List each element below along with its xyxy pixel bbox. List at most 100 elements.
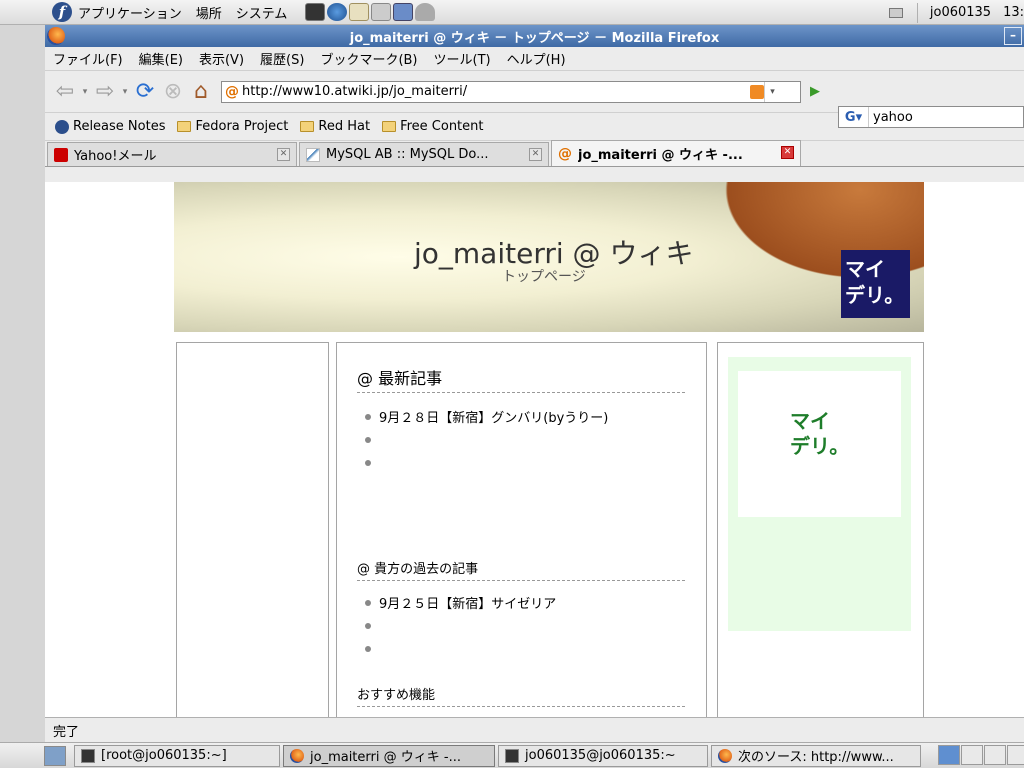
mysql-icon bbox=[306, 147, 320, 162]
menubar: ファイル(F) 編集(E) 表示(V) 履歴(S) ブックマーク(B) ツール(… bbox=[45, 47, 1024, 71]
tab-jo-maiterri[interactable]: @ jo_maiterri @ ウィキ -... ✕ bbox=[551, 140, 801, 166]
header-banner: jo_maiterri @ ウィキ トップページ マイ デリ。 bbox=[174, 182, 924, 332]
task-label: jo060135@jo060135:~ bbox=[525, 748, 676, 763]
logo-line: マイ bbox=[790, 409, 830, 433]
menu-view[interactable]: 表示(V) bbox=[199, 49, 244, 68]
past-articles-list: 9月２５日【新宿】サイゼリア bbox=[365, 591, 556, 660]
yahoo-icon bbox=[54, 147, 68, 162]
folder-icon bbox=[177, 121, 192, 132]
right-column: マイ デリ。 bbox=[717, 342, 924, 717]
maideli-logo[interactable]: マイ デリ。 bbox=[841, 250, 910, 318]
recent-articles-heading: @ 最新記事 bbox=[357, 365, 685, 393]
menu-history[interactable]: 履歴(S) bbox=[260, 49, 304, 68]
window-titlebar[interactable]: jo_maiterri @ ウィキ － トップページ － Mozilla Fir… bbox=[45, 25, 1024, 47]
site-subtitle: トップページ bbox=[502, 269, 586, 285]
list-item bbox=[365, 428, 608, 451]
bookmark-label: Red Hat bbox=[318, 119, 371, 134]
home-icon[interactable]: ⌂ bbox=[187, 78, 215, 106]
workspace-2[interactable] bbox=[961, 745, 983, 765]
panel-separator bbox=[916, 2, 918, 23]
menu-bookmarks[interactable]: ブックマーク(B) bbox=[320, 49, 417, 68]
tab-yahoo-mail[interactable]: Yahoo!メール ✕ bbox=[47, 142, 297, 166]
workspace-1[interactable] bbox=[938, 745, 960, 765]
applications-menu[interactable]: アプリケーション bbox=[78, 3, 182, 22]
system-menu[interactable]: システム bbox=[236, 3, 288, 22]
firefox-icon[interactable] bbox=[47, 27, 65, 45]
firefox-window: jo_maiterri @ ウィキ － トップページ － Mozilla Fir… bbox=[45, 25, 1024, 742]
bookmark-release-notes[interactable]: Release Notes bbox=[55, 119, 165, 134]
clock[interactable]: 13: bbox=[1003, 5, 1024, 20]
menu-help[interactable]: ヘルプ(H) bbox=[507, 49, 566, 68]
mail-launcher-icon[interactable] bbox=[349, 3, 370, 21]
go-arrow-icon[interactable]: ▶ bbox=[804, 82, 826, 102]
launcher-group bbox=[305, 3, 436, 21]
rss-feed-icon[interactable] bbox=[750, 84, 764, 99]
search-bar[interactable]: G ▾ bbox=[838, 106, 1024, 128]
list-item[interactable]: 9月２５日【新宿】サイゼリア bbox=[365, 591, 556, 614]
past-articles-heading: @ 貴方の過去の記事 bbox=[357, 558, 685, 581]
browser-launcher-icon[interactable] bbox=[327, 3, 348, 21]
folder-icon bbox=[300, 121, 315, 132]
show-desktop-icon[interactable] bbox=[44, 745, 66, 766]
status-text: 完了 bbox=[53, 724, 80, 740]
bookmark-label: Release Notes bbox=[73, 119, 166, 134]
firefox-icon bbox=[718, 748, 732, 763]
workspace-3[interactable] bbox=[984, 745, 1006, 765]
close-icon[interactable]: ✕ bbox=[277, 148, 290, 161]
menu-file[interactable]: ファイル(F) bbox=[53, 49, 123, 68]
task-root-terminal[interactable]: [root@jo060135:~] bbox=[74, 744, 280, 767]
page-content[interactable]: jo_maiterri @ ウィキ トップページ マイ デリ。 @ 最新記事 9… bbox=[45, 182, 1024, 717]
main-column: @ 最新記事 9月２８日【新宿】グンバリ(byうりー) @ 貴方の過去の記事 9… bbox=[336, 342, 707, 717]
task-view-source[interactable]: 次のソース: http://www... bbox=[711, 744, 921, 767]
places-menu[interactable]: 場所 bbox=[196, 3, 222, 22]
back-arrow-icon[interactable]: ⇦ bbox=[51, 78, 79, 106]
side-maideli-logo[interactable]: マイ デリ。 bbox=[790, 409, 849, 459]
bookmark-fedora-project[interactable]: Fedora Project bbox=[177, 119, 288, 134]
list-item bbox=[365, 614, 556, 637]
article-link[interactable]: 9月２８日【新宿】グンバリ(byうりー) bbox=[379, 407, 608, 426]
forward-history-dropdown-icon[interactable]: ▾ bbox=[119, 87, 131, 97]
stop-icon[interactable]: ⊗ bbox=[159, 78, 187, 106]
menu-edit[interactable]: 編集(E) bbox=[139, 49, 183, 68]
folder-icon bbox=[382, 121, 397, 132]
url-input[interactable] bbox=[242, 82, 722, 101]
task-firefox-wiki[interactable]: jo_maiterri @ ウィキ -... bbox=[283, 744, 495, 767]
top-panel: f アプリケーション 場所 システム jo060135 13: bbox=[0, 0, 1024, 25]
search-input[interactable] bbox=[873, 108, 1023, 126]
recommended-features-heading: おすすめ機能 bbox=[357, 684, 685, 707]
list-item bbox=[365, 451, 608, 474]
url-bar[interactable]: @ ▾ ▶ bbox=[221, 80, 820, 103]
article-link[interactable]: 9月２５日【新宿】サイゼリア bbox=[379, 593, 556, 612]
tab-label: MySQL AB :: MySQL Do... bbox=[326, 147, 489, 162]
tab-mysql[interactable]: MySQL AB :: MySQL Do... ✕ bbox=[299, 142, 549, 166]
minimize-button[interactable]: – bbox=[1004, 27, 1022, 45]
recent-articles-list: 9月２８日【新宿】グンバリ(byうりー) bbox=[365, 405, 608, 474]
terminal-launcher-icon[interactable] bbox=[305, 3, 326, 21]
bookmark-red-hat[interactable]: Red Hat bbox=[300, 119, 370, 134]
network-icon[interactable] bbox=[888, 7, 903, 18]
close-icon[interactable]: ✕ bbox=[529, 148, 542, 161]
bookmark-free-content[interactable]: Free Content bbox=[382, 119, 483, 134]
workspace-4[interactable] bbox=[1007, 745, 1024, 765]
logo-line: デリ。 bbox=[790, 434, 850, 458]
user-name[interactable]: jo060135 bbox=[930, 5, 991, 20]
window-title: jo_maiterri @ ウィキ － トップページ － Mozilla Fir… bbox=[349, 30, 720, 46]
url-history-dropdown-icon[interactable]: ▾ bbox=[764, 81, 780, 102]
reload-icon[interactable]: ⟳ bbox=[131, 78, 159, 106]
list-item[interactable]: 9月２８日【新宿】グンバリ(byうりー) bbox=[365, 405, 608, 428]
wiki-favicon-icon: @ bbox=[558, 145, 572, 162]
task-user-terminal[interactable]: jo060135@jo060135:~ bbox=[498, 744, 708, 767]
forward-arrow-icon[interactable]: ⇨ bbox=[91, 78, 119, 106]
google-engine-icon[interactable]: G ▾ bbox=[839, 107, 869, 127]
back-history-dropdown-icon[interactable]: ▾ bbox=[79, 87, 91, 97]
fedora-logo-icon[interactable]: f bbox=[52, 2, 72, 22]
presentation-launcher-icon[interactable] bbox=[393, 3, 414, 21]
logo-line: デリ。 bbox=[845, 283, 905, 307]
task-label: jo_maiterri @ ウィキ -... bbox=[310, 750, 461, 765]
close-icon[interactable]: ✕ bbox=[781, 146, 794, 159]
hat-launcher-icon[interactable] bbox=[415, 3, 436, 21]
side-banner-area: マイ デリ。 bbox=[728, 357, 911, 631]
editor-launcher-icon[interactable] bbox=[371, 3, 392, 21]
menu-tools[interactable]: ツール(T) bbox=[434, 49, 491, 68]
side-banner[interactable]: マイ デリ。 bbox=[738, 371, 901, 517]
